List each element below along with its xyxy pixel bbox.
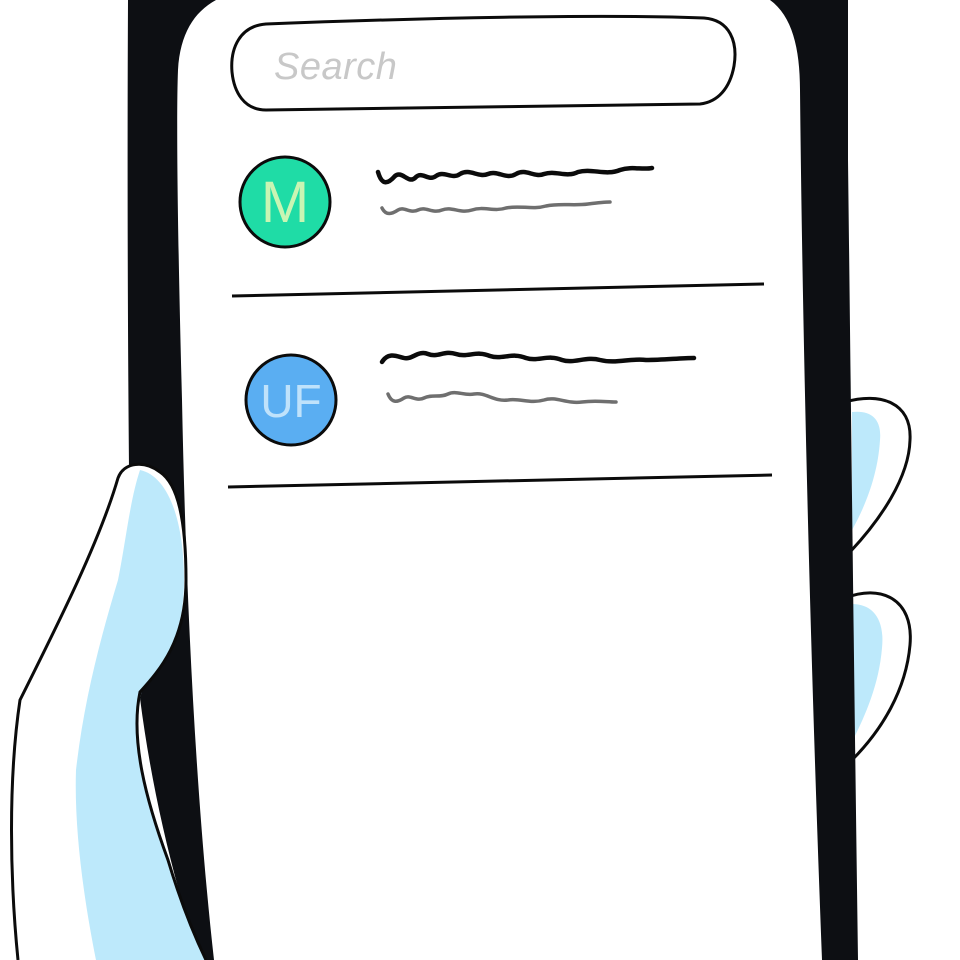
illustration-canvas [0, 0, 912, 960]
avatar-initials: UF [260, 375, 322, 427]
phone-illustration: Search M UF [0, 0, 960, 960]
right-fingers [843, 396, 912, 762]
avatar-initials: M [260, 170, 310, 235]
search-input[interactable]: Search [274, 44, 694, 90]
